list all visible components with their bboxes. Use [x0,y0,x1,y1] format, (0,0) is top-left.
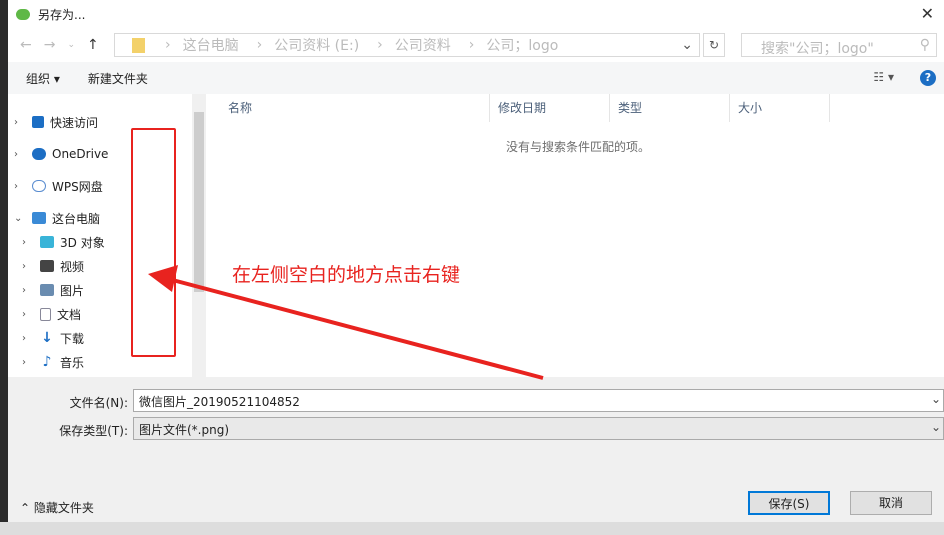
annotation-arrow [148,265,544,380]
annotation-text: 在左侧空白的地方点击右键 [232,264,461,286]
background-taskbar [0,522,944,535]
